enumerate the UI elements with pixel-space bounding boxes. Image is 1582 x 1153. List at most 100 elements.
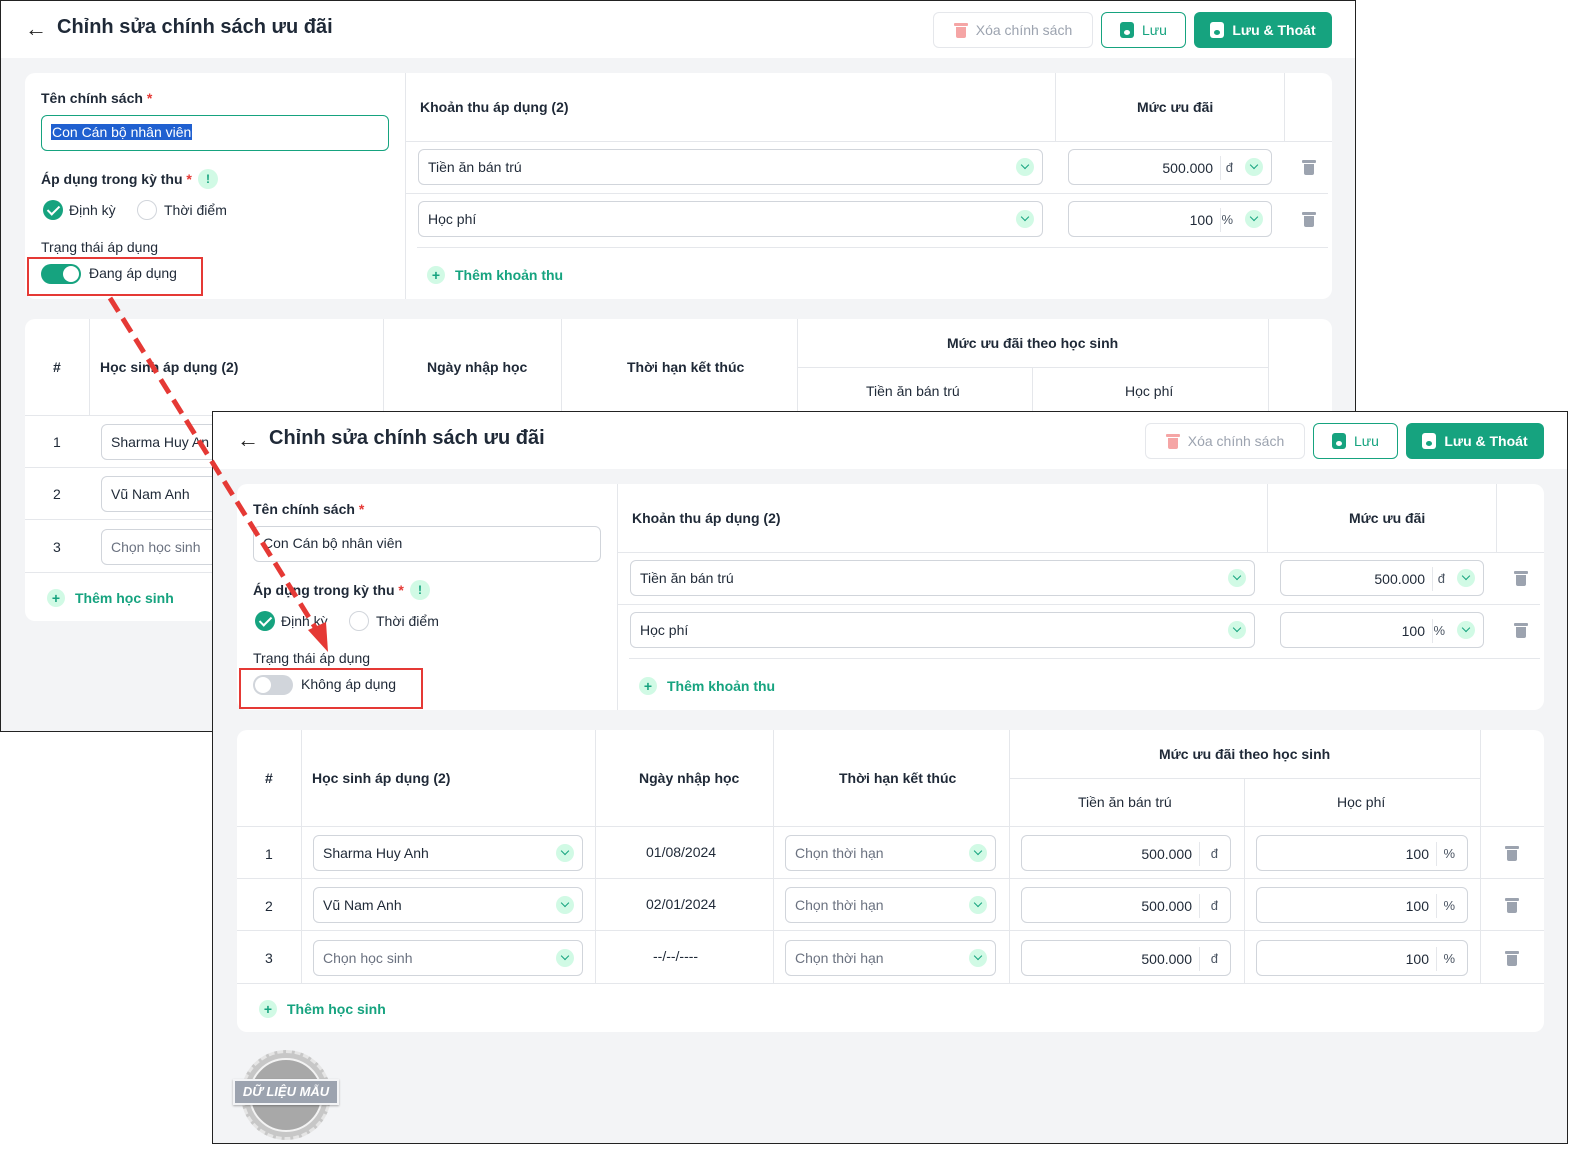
policy-name-input[interactable]: Con Cán bộ nhân viên — [41, 115, 389, 151]
save-icon — [1422, 433, 1437, 449]
save-exit-button[interactable]: Lưu & Thoát — [1194, 12, 1332, 48]
policy-name-input[interactable]: Con Cán bộ nhân viên — [253, 526, 601, 562]
discount-column-header: Mức ưu đãi — [1349, 510, 1426, 526]
meal-discount-input[interactable]: 500.000 đ — [1021, 835, 1231, 871]
page-title: Chỉnh sửa chính sách ưu đãi — [269, 427, 545, 449]
tuition-discount-input[interactable]: 100% — [1256, 835, 1468, 871]
row-index: 1 — [265, 846, 273, 862]
chevron-down-icon — [556, 949, 574, 967]
enroll-date: 01/08/2024 — [646, 844, 717, 860]
fee-select[interactable]: Tiền ăn bán trú — [630, 560, 1255, 596]
radio-point-label: Thời điểm — [164, 202, 227, 218]
radio-point[interactable] — [349, 611, 369, 631]
header-bar: ← Chỉnh sửa chính sách ưu đãi Xóa chính … — [213, 412, 1567, 469]
delete-row-icon[interactable] — [1302, 159, 1316, 180]
row-index: 2 — [265, 898, 273, 914]
header-bar: ← Chỉnh sửa chính sách ưu đãi Xóa chính … — [1, 1, 1355, 58]
chevron-down-icon — [969, 896, 987, 914]
student-select[interactable]: Chọn học sinh — [313, 940, 583, 976]
chevron-down-icon — [1245, 158, 1263, 176]
fee-discount-input[interactable]: 100% — [1068, 201, 1272, 237]
plus-icon: + — [427, 266, 445, 284]
info-icon[interactable]: ! — [410, 580, 430, 600]
radio-periodic-label: Định kỳ — [69, 202, 116, 218]
name-label: Tên chính sách * — [253, 501, 365, 517]
screenshot-after: ← Chỉnh sửa chính sách ưu đãi Xóa chính … — [212, 411, 1568, 1144]
plus-icon: + — [259, 1000, 277, 1018]
meal-discount-input[interactable]: 500.000 đ — [1021, 887, 1231, 923]
fee-discount-input[interactable]: 100% — [1280, 612, 1484, 648]
delete-row-icon[interactable] — [1505, 845, 1519, 866]
chevron-down-icon — [1245, 210, 1263, 228]
chevron-down-icon — [1457, 569, 1475, 587]
highlight-box — [27, 257, 203, 296]
radio-point[interactable] — [137, 200, 157, 220]
meal-discount-input[interactable]: 500.000 đ — [1021, 940, 1231, 976]
student-select[interactable]: Vũ Nam Anh — [313, 887, 583, 923]
students-card: # Học sinh áp dụng (2) Ngày nhập học Thờ… — [237, 730, 1544, 1032]
add-fee-button[interactable]: + Thêm khoản thu — [427, 266, 563, 284]
chevron-down-icon — [556, 844, 574, 862]
info-icon[interactable]: ! — [198, 169, 218, 189]
tuition-discount-input[interactable]: 100% — [1256, 887, 1468, 923]
radio-periodic[interactable] — [43, 200, 63, 220]
name-label: Tên chính sách * — [41, 90, 153, 106]
tuition-discount-input[interactable]: 100% — [1256, 940, 1468, 976]
status-label: Trạng thái áp dụng — [253, 650, 371, 666]
fee-select[interactable]: Học phí — [418, 201, 1043, 237]
plus-icon: + — [47, 589, 65, 607]
save-icon — [1332, 433, 1347, 449]
student-select[interactable]: Sharma Huy Anh — [313, 835, 583, 871]
chevron-down-icon — [556, 896, 574, 914]
radio-periodic[interactable] — [255, 611, 275, 631]
delete-policy-button[interactable]: Xóa chính sách — [933, 12, 1093, 48]
delete-row-icon[interactable] — [1514, 570, 1528, 591]
radio-periodic-label: Định kỳ — [281, 613, 328, 629]
delete-row-icon[interactable] — [1514, 622, 1528, 643]
enroll-date: 02/01/2024 — [646, 896, 717, 912]
chevron-down-icon — [1457, 621, 1475, 639]
save-button[interactable]: Lưu — [1313, 423, 1398, 459]
discount-column-header: Mức ưu đãi — [1137, 99, 1214, 115]
chevron-down-icon — [969, 844, 987, 862]
end-date-select[interactable]: Chọn thời hạn — [785, 887, 996, 923]
delete-row-icon[interactable] — [1302, 211, 1316, 232]
fee-select[interactable]: Tiền ăn bán trú — [418, 149, 1043, 185]
policy-card: Tên chính sách * Con Cán bộ nhân viên Áp… — [25, 73, 1332, 299]
delete-row-icon[interactable] — [1505, 897, 1519, 918]
save-icon — [1120, 22, 1135, 38]
radio-point-label: Thời điểm — [376, 613, 439, 629]
delete-policy-button[interactable]: Xóa chính sách — [1145, 423, 1305, 459]
sample-data-stamp: DỮ LIỆU MẪU — [233, 1050, 339, 1140]
trash-icon — [953, 22, 968, 38]
trash-icon — [1165, 433, 1180, 449]
period-label: Áp dụng trong kỳ thu * — [253, 582, 404, 598]
policy-card: Tên chính sách * Con Cán bộ nhân viên Áp… — [237, 484, 1544, 710]
delete-row-icon[interactable] — [1505, 950, 1519, 971]
end-date-select[interactable]: Chọn thời hạn — [785, 940, 996, 976]
fee-select[interactable]: Học phí — [630, 612, 1255, 648]
period-label: Áp dụng trong kỳ thu * — [41, 171, 192, 187]
status-label: Trạng thái áp dụng — [41, 239, 159, 255]
chevron-down-icon — [1228, 569, 1246, 587]
page-title: Chỉnh sửa chính sách ưu đãi — [57, 16, 333, 38]
save-button[interactable]: Lưu — [1101, 12, 1186, 48]
add-student-button[interactable]: + Thêm học sinh — [259, 1000, 386, 1018]
back-arrow-icon[interactable]: ← — [25, 15, 49, 43]
fee-discount-input[interactable]: 500.000 đ — [1068, 149, 1272, 185]
fee-column-header: Khoản thu áp dụng (2) — [632, 510, 781, 526]
enroll-date: --/--/---- — [653, 948, 699, 964]
add-student-button[interactable]: + Thêm học sinh — [47, 589, 174, 607]
chevron-down-icon — [969, 949, 987, 967]
save-exit-button[interactable]: Lưu & Thoát — [1406, 423, 1544, 459]
plus-icon: + — [639, 677, 657, 695]
add-fee-button[interactable]: + Thêm khoản thu — [639, 677, 775, 695]
highlight-box — [239, 668, 423, 709]
chevron-down-icon — [1016, 210, 1034, 228]
chevron-down-icon — [1016, 158, 1034, 176]
chevron-down-icon — [1228, 621, 1246, 639]
end-date-select[interactable]: Chọn thời hạn — [785, 835, 996, 871]
save-icon — [1210, 22, 1225, 38]
back-arrow-icon[interactable]: ← — [237, 426, 261, 454]
fee-discount-input[interactable]: 500.000 đ — [1280, 560, 1484, 596]
